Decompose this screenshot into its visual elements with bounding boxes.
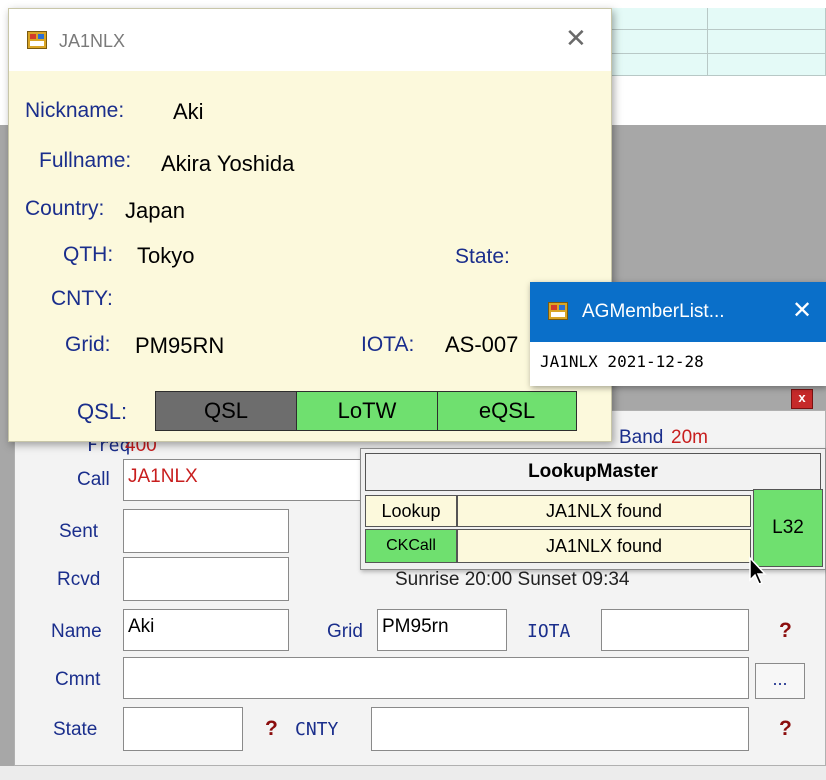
cnty-input[interactable]: [371, 707, 749, 751]
grid-label: Grid:: [65, 333, 111, 356]
state-help-button[interactable]: ?: [265, 717, 278, 741]
country-label: Country:: [25, 197, 105, 220]
popup-titlebar: JA1NLX ✕: [9, 9, 611, 71]
lookup-result: JA1NLX found: [457, 495, 751, 527]
mouse-cursor-icon: [749, 556, 767, 585]
state-input[interactable]: [123, 707, 243, 751]
state-label: State: [53, 719, 98, 740]
app-icon: [27, 31, 47, 49]
fullname-value: Akira Yoshida: [161, 151, 295, 176]
grid-label: Grid: [327, 621, 363, 642]
qth-value: Tokyo: [137, 243, 195, 268]
lookupmaster-panel: LookupMaster Lookup JA1NLX found CKCall …: [360, 448, 826, 570]
close-icon[interactable]: ✕: [792, 296, 812, 325]
ckcall-label: CKCall: [365, 529, 457, 563]
iota-label: IOTA:: [361, 333, 415, 356]
iota-label: IOTA: [527, 621, 571, 642]
call-input[interactable]: JA1NLX: [123, 459, 363, 501]
band-label: Band: [619, 427, 664, 448]
status-strip: [0, 766, 826, 780]
lookupmaster-title: LookupMaster: [365, 453, 821, 491]
popup-title: JA1NLX: [59, 31, 126, 51]
close-icon[interactable]: ✕: [565, 23, 587, 54]
grid-cell: [708, 54, 826, 76]
lookup-label: Lookup: [365, 495, 457, 527]
grid-input[interactable]: PM95rn: [377, 609, 507, 651]
call-label: Call: [77, 469, 110, 490]
nickname-value: Aki: [173, 99, 204, 124]
state-label: State:: [455, 245, 510, 268]
close-icon: x: [798, 390, 806, 405]
qth-label: QTH:: [63, 243, 114, 266]
lotw-button[interactable]: LoTW: [296, 391, 438, 431]
sent-input[interactable]: [123, 509, 289, 553]
grid-cell: [708, 8, 826, 30]
agmemberlist-titlebar: AGMemberList... ✕: [530, 282, 826, 342]
app-icon: [548, 302, 568, 320]
iota-value: AS-007: [445, 332, 519, 357]
grid-cell: [612, 30, 708, 54]
cmnt-label: Cmnt: [55, 669, 101, 690]
ckcall-result: JA1NLX found: [457, 529, 751, 563]
rcvd-label: Rcvd: [57, 569, 101, 590]
cnty-label: CNTY: [295, 719, 339, 740]
qsl-label: QSL:: [77, 399, 128, 424]
band-value: 20m: [671, 427, 708, 448]
close-x-button[interactable]: x: [791, 389, 813, 409]
cnty-label: CNTY:: [51, 287, 113, 310]
qsl-button[interactable]: QSL: [155, 391, 297, 431]
comment-input[interactable]: [123, 657, 749, 699]
sent-label: Sent: [59, 521, 99, 542]
iota-help-button[interactable]: ?: [779, 619, 792, 643]
cnty-help-button[interactable]: ?: [779, 717, 792, 741]
agmemberlist-window: AGMemberList... ✕ JA1NLX 2021-12-28: [530, 282, 826, 386]
eqsl-button[interactable]: eQSL: [437, 391, 577, 431]
sun-times: Sunrise 20:00 Sunset 09:34: [395, 569, 630, 590]
grid-cell: [612, 54, 708, 76]
fullname-label: Fullname:: [39, 149, 132, 172]
callsign-info-popup: JA1NLX ✕ Nickname: Aki Fullname: Akira Y…: [8, 8, 612, 442]
name-label: Name: [51, 621, 102, 642]
more-button[interactable]: ...: [755, 663, 805, 699]
grid-cell: [612, 8, 708, 30]
member-entry: JA1NLX 2021-12-28: [540, 352, 704, 371]
nickname-label: Nickname:: [25, 99, 125, 122]
name-input[interactable]: Aki: [123, 609, 289, 651]
country-value: Japan: [125, 198, 185, 223]
rcvd-input[interactable]: [123, 557, 289, 601]
grid-value: PM95RN: [135, 333, 225, 358]
agmemberlist-title: AGMemberList...: [582, 301, 725, 322]
iota-input[interactable]: [601, 609, 749, 651]
grid-cell: [708, 30, 826, 54]
